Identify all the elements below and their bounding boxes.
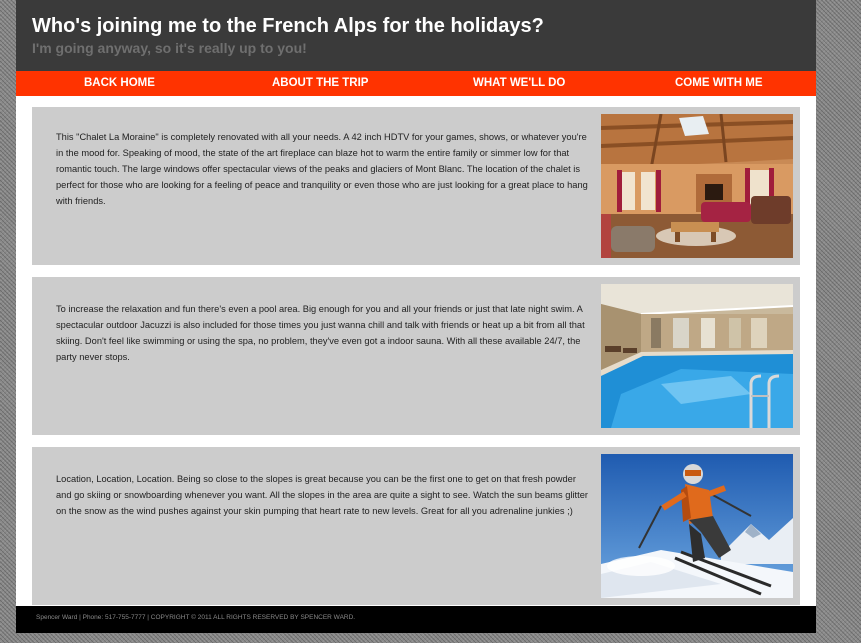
page-container: Who's joining me to the French Alps for …: [16, 0, 816, 633]
page-subtitle: I'm going anyway, so it's really up to y…: [32, 40, 307, 56]
nav-back-home[interactable]: BACK HOME: [84, 71, 155, 96]
nav-what-well-do[interactable]: WHAT WE'LL DO: [473, 71, 565, 96]
skier-image: [601, 454, 793, 598]
main-nav: BACK HOME ABOUT THE TRIP WHAT WE'LL DO C…: [16, 71, 816, 96]
site-header: Who's joining me to the French Alps for …: [16, 0, 816, 71]
nav-come-with-me[interactable]: COME WITH ME: [675, 71, 763, 96]
content-panel-pool: To increase the relaxation and fun there…: [32, 277, 800, 435]
content-panel-skiing: Location, Location, Location. Being so c…: [32, 447, 800, 605]
chalet-description: This "Chalet La Moraine" is completely r…: [56, 132, 588, 206]
chalet-living-room-image: [601, 114, 793, 258]
indoor-pool-image: [601, 284, 793, 428]
footer-copyright: Spencer Ward | Phone: 517-755-7777 | COP…: [36, 614, 356, 621]
page-title: Who's joining me to the French Alps for …: [32, 15, 544, 37]
content-panel-chalet: This "Chalet La Moraine" is completely r…: [32, 107, 800, 265]
site-footer: Spencer Ward | Phone: 517-755-7777 | COP…: [16, 606, 816, 633]
nav-about-the-trip[interactable]: ABOUT THE TRIP: [272, 71, 368, 96]
pool-description: To increase the relaxation and fun there…: [56, 304, 585, 362]
skiing-description: Location, Location, Location. Being so c…: [56, 474, 588, 516]
